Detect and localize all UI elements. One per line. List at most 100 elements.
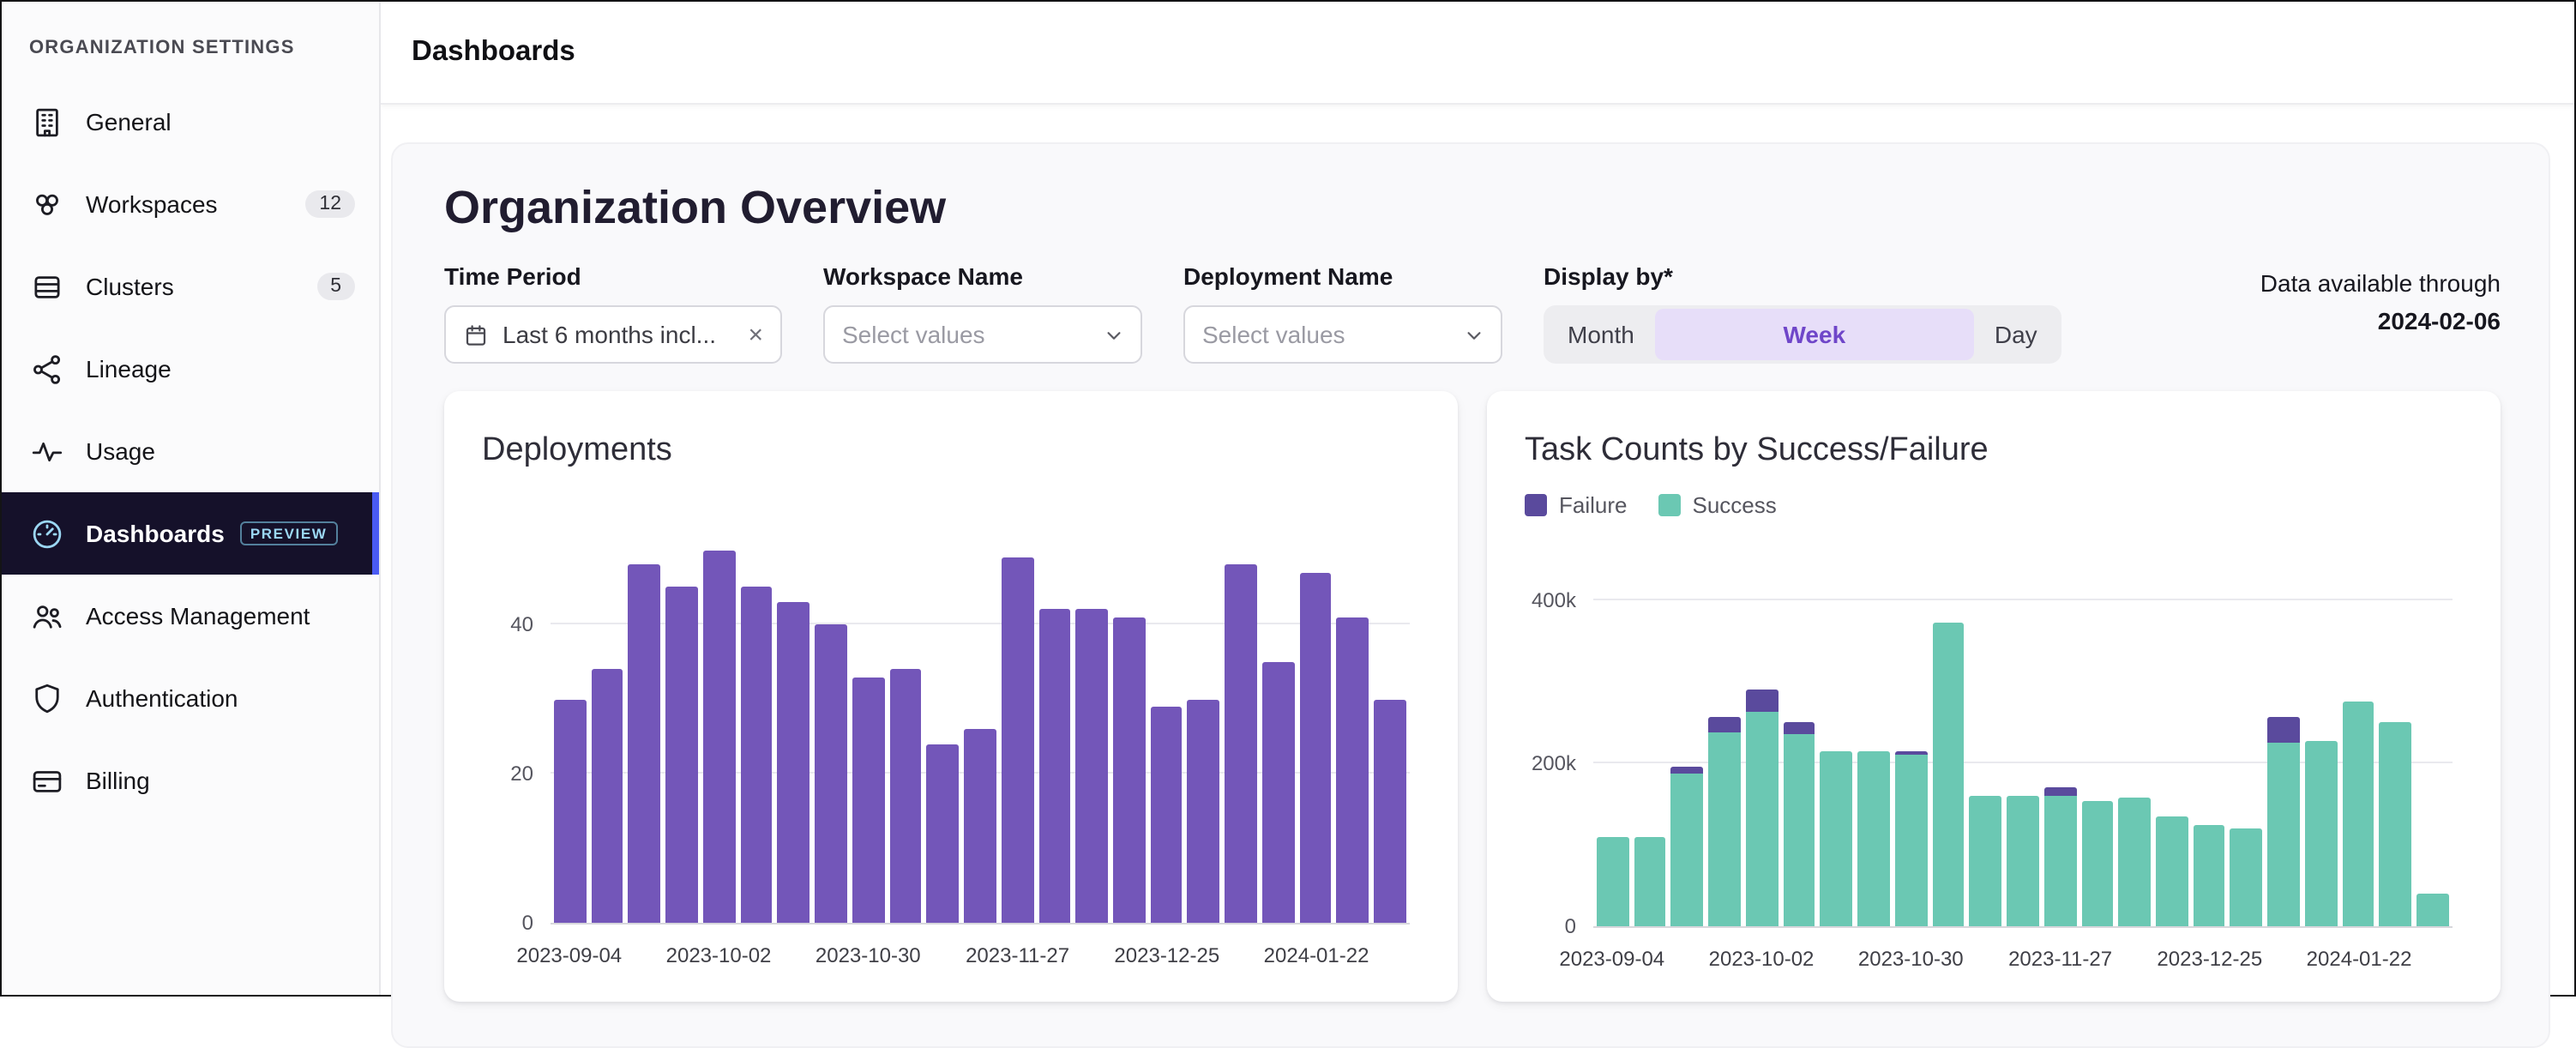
sidebar-item-access-management[interactable]: Access Management — [2, 575, 379, 657]
success-segment — [2044, 796, 2076, 926]
legend-label: Failure — [1559, 492, 1628, 518]
deployment-name-select[interactable]: Select values — [1183, 305, 1502, 364]
sidebar-item-authentication[interactable]: Authentication — [2, 657, 379, 739]
billing-card-icon — [29, 762, 65, 798]
workspace-name-label: Workspace Name — [823, 262, 1142, 290]
stacked-bar — [2194, 539, 2225, 926]
sidebar-item-clusters[interactable]: Clusters 5 — [2, 245, 379, 328]
task-counts-chart: 0200k400k2023-09-042023-10-022023-10-302… — [1593, 539, 2453, 981]
y-axis-label: 0 — [522, 911, 533, 935]
y-axis-label: 0 — [1565, 914, 1576, 938]
sidebar-header: ORGANIZATION SETTINGS — [2, 2, 379, 81]
bar — [554, 699, 586, 923]
legend-success: Success — [1658, 492, 1777, 518]
stacked-bar — [1821, 539, 1852, 926]
stacked-bar — [1671, 539, 1703, 926]
lineage-icon — [29, 351, 65, 387]
stacked-bar — [2342, 539, 2374, 926]
success-segment — [2007, 796, 2038, 926]
sidebar-nav: General Workspaces12 Clusters 5 Lineage Usage… — [2, 81, 379, 822]
bar — [1151, 707, 1183, 923]
success-segment — [1895, 755, 1927, 926]
y-axis-label: 20 — [510, 762, 533, 786]
sidebar-item-workspaces[interactable]: Workspaces12 — [2, 163, 379, 245]
failure-swatch — [1525, 494, 1547, 516]
success-segment — [2417, 894, 2448, 926]
sidebar-item-label: Access Management — [86, 602, 310, 629]
shield-icon — [29, 680, 65, 716]
sidebar-item-label: Billing — [86, 767, 150, 794]
task-counts-chart-title: Task Counts by Success/Failure — [1525, 432, 2463, 470]
success-segment — [2305, 742, 2337, 926]
data-available: Data available through 2024-02-06 — [2260, 262, 2501, 340]
x-axis: 2023-09-042023-10-022023-10-302023-11-27… — [551, 937, 1410, 978]
display-by-month-button[interactable]: Month — [1547, 309, 1655, 360]
plot-area: 02040 — [551, 535, 1410, 925]
sidebar-item-usage[interactable]: Usage — [2, 410, 379, 492]
main-area: Dashboards Organization Overview Time Pe… — [381, 2, 2574, 995]
overview-title: Organization Overview — [444, 182, 2501, 235]
sidebar-item-label: Dashboards — [86, 520, 225, 547]
success-segment — [1932, 623, 1964, 926]
bar — [778, 602, 810, 923]
workspace-name-select[interactable]: Select values — [823, 305, 1142, 364]
x-axis-label: 2023-09-04 — [516, 943, 622, 967]
x-axis-label: 2024-01-22 — [2307, 947, 2412, 971]
success-segment — [2194, 825, 2225, 926]
stacked-bar — [2230, 539, 2262, 926]
sidebar-item-label: Authentication — [86, 684, 238, 712]
count-badge: 5 — [316, 273, 355, 300]
success-segment — [2156, 817, 2188, 927]
bar — [1262, 662, 1294, 923]
bar — [703, 550, 735, 923]
dashboard-gauge-icon — [29, 515, 65, 551]
stacked-bar — [2119, 539, 2151, 926]
clear-time-period-icon[interactable]: × — [737, 322, 763, 347]
success-segment — [2342, 701, 2374, 926]
stacked-bar — [1932, 539, 1964, 926]
filter-time-period: Time Period Last 6 months incl... × — [444, 262, 782, 364]
bar — [815, 624, 846, 923]
task-counts-legend: Failure Success — [1525, 492, 2463, 518]
sidebar-item-billing[interactable]: Billing — [2, 739, 379, 822]
chevron-down-icon — [1465, 325, 1484, 344]
clusters-icon — [29, 268, 65, 304]
bar — [964, 729, 996, 923]
sidebar-item-dashboards[interactable]: DashboardsPREVIEW — [2, 492, 379, 575]
stacked-bar — [2267, 539, 2299, 926]
success-segment — [1671, 773, 1703, 926]
stacked-bar — [1857, 539, 1889, 926]
display-by-segmented: MonthWeekDay — [1544, 305, 2061, 364]
bar — [927, 744, 959, 923]
x-axis-label: 2023-11-27 — [2008, 947, 2112, 971]
sidebar-item-label: Lineage — [86, 355, 172, 382]
task-counts-card: Task Counts by Success/Failure Failure Su… — [1487, 391, 2501, 1002]
display-by-week-button[interactable]: Week — [1655, 309, 1974, 360]
bar — [1113, 617, 1145, 923]
deployment-name-placeholder: Select values — [1202, 321, 1345, 348]
bar — [1038, 610, 1070, 923]
filter-deployment-name: Deployment Name Select values — [1183, 262, 1502, 364]
workspaces-icon — [29, 186, 65, 222]
stacked-bar — [2044, 539, 2076, 926]
bar — [591, 669, 623, 923]
page-title: Dashboards — [412, 36, 575, 69]
success-segment — [1634, 836, 1665, 926]
sidebar-item-lineage[interactable]: Lineage — [2, 328, 379, 410]
bars — [554, 535, 1406, 923]
sidebar: ORGANIZATION SETTINGS General Workspaces1… — [2, 2, 381, 995]
legend-failure: Failure — [1525, 492, 1628, 518]
success-swatch — [1658, 494, 1681, 516]
sidebar-item-general[interactable]: General — [2, 81, 379, 163]
stacked-bar — [2156, 539, 2188, 926]
x-axis-label: 2023-11-27 — [966, 943, 1069, 967]
sidebar-item-label: General — [86, 108, 172, 136]
chevron-down-icon — [1104, 325, 1123, 344]
display-by-day-button[interactable]: Day — [1974, 309, 2058, 360]
stacked-bar — [1634, 539, 1665, 926]
time-period-input[interactable]: Last 6 months incl... × — [444, 305, 782, 364]
stacked-bar — [1597, 539, 1628, 926]
bar — [852, 677, 884, 923]
sidebar-item-label: Clusters — [86, 273, 174, 300]
success-segment — [2267, 744, 2299, 926]
